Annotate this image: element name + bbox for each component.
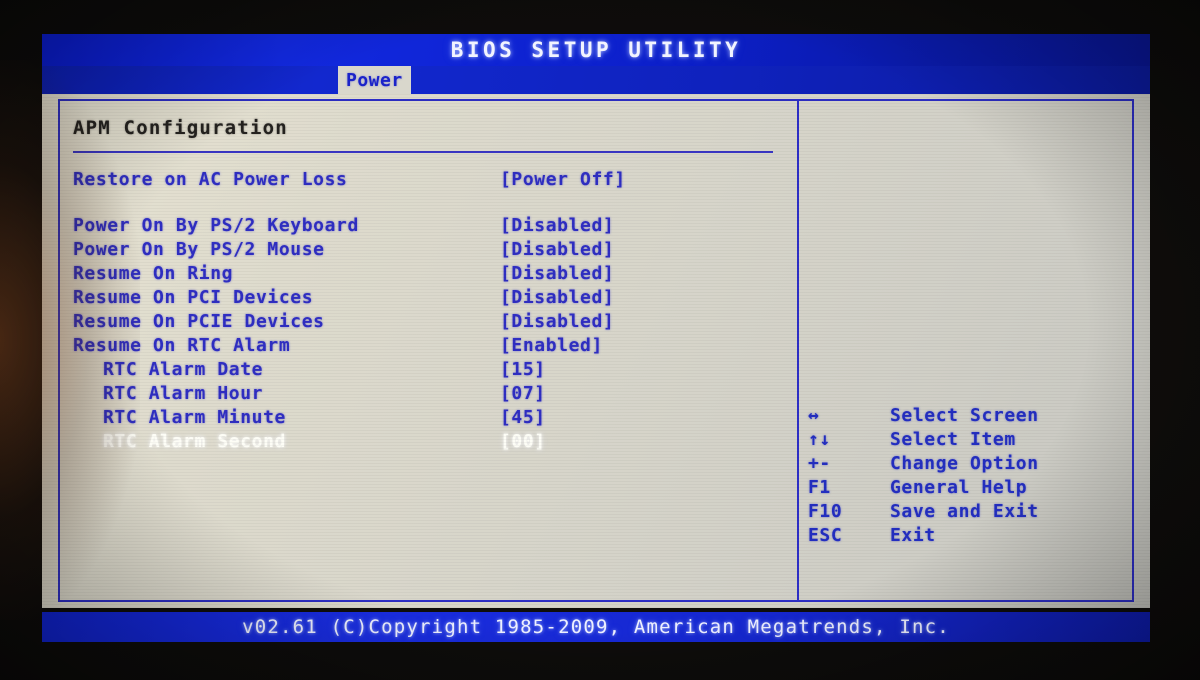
setting-value[interactable]: [00] bbox=[500, 431, 546, 452]
setting-row[interactable]: Power On By PS/2 Keyboard [Disabled] bbox=[60, 213, 797, 237]
setting-label: Power On By PS/2 Keyboard bbox=[73, 214, 359, 236]
help-key-row: ESC Exit bbox=[808, 523, 1141, 547]
help-key-description: Select Screen bbox=[890, 404, 1039, 426]
tab-bar: Power bbox=[42, 66, 1150, 94]
setting-value[interactable]: [Power Off] bbox=[500, 169, 626, 190]
title-bar: BIOS SETUP UTILITY bbox=[42, 34, 1150, 66]
section-title: APM Configuration bbox=[73, 117, 288, 139]
setting-label: Resume On Ring bbox=[73, 262, 234, 284]
monitor-photo: BIOS SETUP UTILITY Power APM Configurati… bbox=[0, 0, 1200, 680]
setting-value[interactable]: [Disabled] bbox=[500, 239, 614, 260]
content-frame: APM Configuration Restore on AC Power Lo… bbox=[58, 99, 1134, 602]
setting-row[interactable]: RTC Alarm Minute [45] bbox=[60, 405, 797, 429]
setting-label: RTC Alarm Date bbox=[103, 358, 264, 380]
setting-row[interactable]: Resume On PCIE Devices [Disabled] bbox=[60, 309, 797, 333]
copyright-text: v02.61 (C)Copyright 1985-2009, American … bbox=[242, 616, 950, 638]
section-divider bbox=[73, 151, 773, 153]
setting-value[interactable]: [Disabled] bbox=[500, 263, 614, 284]
f1-key-icon: F1 bbox=[808, 476, 831, 498]
help-key-description: General Help bbox=[890, 476, 1028, 498]
setting-label: Resume On RTC Alarm bbox=[73, 334, 291, 356]
setting-value[interactable]: [Disabled] bbox=[500, 215, 614, 236]
help-key-row: F1 General Help bbox=[808, 475, 1141, 499]
help-pane: ↔ Select Screen ↑↓ Select Item +- Change Opti… bbox=[797, 101, 1132, 600]
help-key-description: Exit bbox=[890, 524, 936, 546]
help-key-description: Select Item bbox=[890, 428, 1016, 450]
settings-pane: APM Configuration Restore on AC Power Lo… bbox=[60, 101, 797, 600]
f10-key-icon: F10 bbox=[808, 500, 843, 522]
setting-value[interactable]: [Enabled] bbox=[500, 335, 603, 356]
help-key-row: F10 Save and Exit bbox=[808, 499, 1141, 523]
setting-row[interactable]: RTC Alarm Date [15] bbox=[60, 357, 797, 381]
help-key-description: Change Option bbox=[890, 452, 1039, 474]
setting-label: RTC Alarm Second bbox=[103, 430, 286, 452]
setting-label: Resume On PCI Devices bbox=[73, 286, 314, 308]
setting-row[interactable]: RTC Alarm Hour [07] bbox=[60, 381, 797, 405]
setting-label: RTC Alarm Hour bbox=[103, 382, 264, 404]
setting-label: Restore on AC Power Loss bbox=[73, 168, 348, 190]
setting-label: RTC Alarm Minute bbox=[103, 406, 286, 428]
tab-power[interactable]: Power bbox=[338, 66, 411, 94]
up-down-arrow-icon: ↑↓ bbox=[808, 428, 831, 450]
plus-minus-icon: +- bbox=[808, 452, 831, 474]
help-key-list: ↔ Select Screen ↑↓ Select Item +- Change Opti… bbox=[808, 403, 1141, 547]
help-key-row: +- Change Option bbox=[808, 451, 1141, 475]
setting-value[interactable]: [Disabled] bbox=[500, 311, 614, 332]
setting-row[interactable]: Resume On PCI Devices [Disabled] bbox=[60, 285, 797, 309]
setting-label: Power On By PS/2 Mouse bbox=[73, 238, 325, 260]
settings-list: Restore on AC Power Loss [Power Off] Power… bbox=[60, 167, 797, 453]
setting-row[interactable]: Resume On Ring [Disabled] bbox=[60, 261, 797, 285]
left-right-arrow-icon: ↔ bbox=[808, 404, 820, 426]
setting-row[interactable]: Resume On RTC Alarm [Enabled] bbox=[60, 333, 797, 357]
footer-bar: v02.61 (C)Copyright 1985-2009, American … bbox=[42, 612, 1150, 642]
help-key-row: ↑↓ Select Item bbox=[808, 427, 1141, 451]
setting-value[interactable]: [45] bbox=[500, 407, 546, 428]
bios-screen: BIOS SETUP UTILITY Power APM Configurati… bbox=[42, 30, 1150, 642]
body-area: APM Configuration Restore on AC Power Lo… bbox=[42, 94, 1150, 608]
setting-row[interactable]: RTC Alarm Second [00] bbox=[60, 429, 797, 453]
setting-value[interactable]: [15] bbox=[500, 359, 546, 380]
esc-key-icon: ESC bbox=[808, 524, 843, 546]
setting-row[interactable]: Restore on AC Power Loss [Power Off] bbox=[60, 167, 797, 191]
setting-value[interactable]: [Disabled] bbox=[500, 287, 614, 308]
page-title: BIOS SETUP UTILITY bbox=[450, 38, 742, 62]
setting-value[interactable]: [07] bbox=[500, 383, 546, 404]
setting-row[interactable]: Power On By PS/2 Mouse [Disabled] bbox=[60, 237, 797, 261]
setting-label: Resume On PCIE Devices bbox=[73, 310, 325, 332]
help-key-row: ↔ Select Screen bbox=[808, 403, 1141, 427]
help-key-description: Save and Exit bbox=[890, 500, 1039, 522]
